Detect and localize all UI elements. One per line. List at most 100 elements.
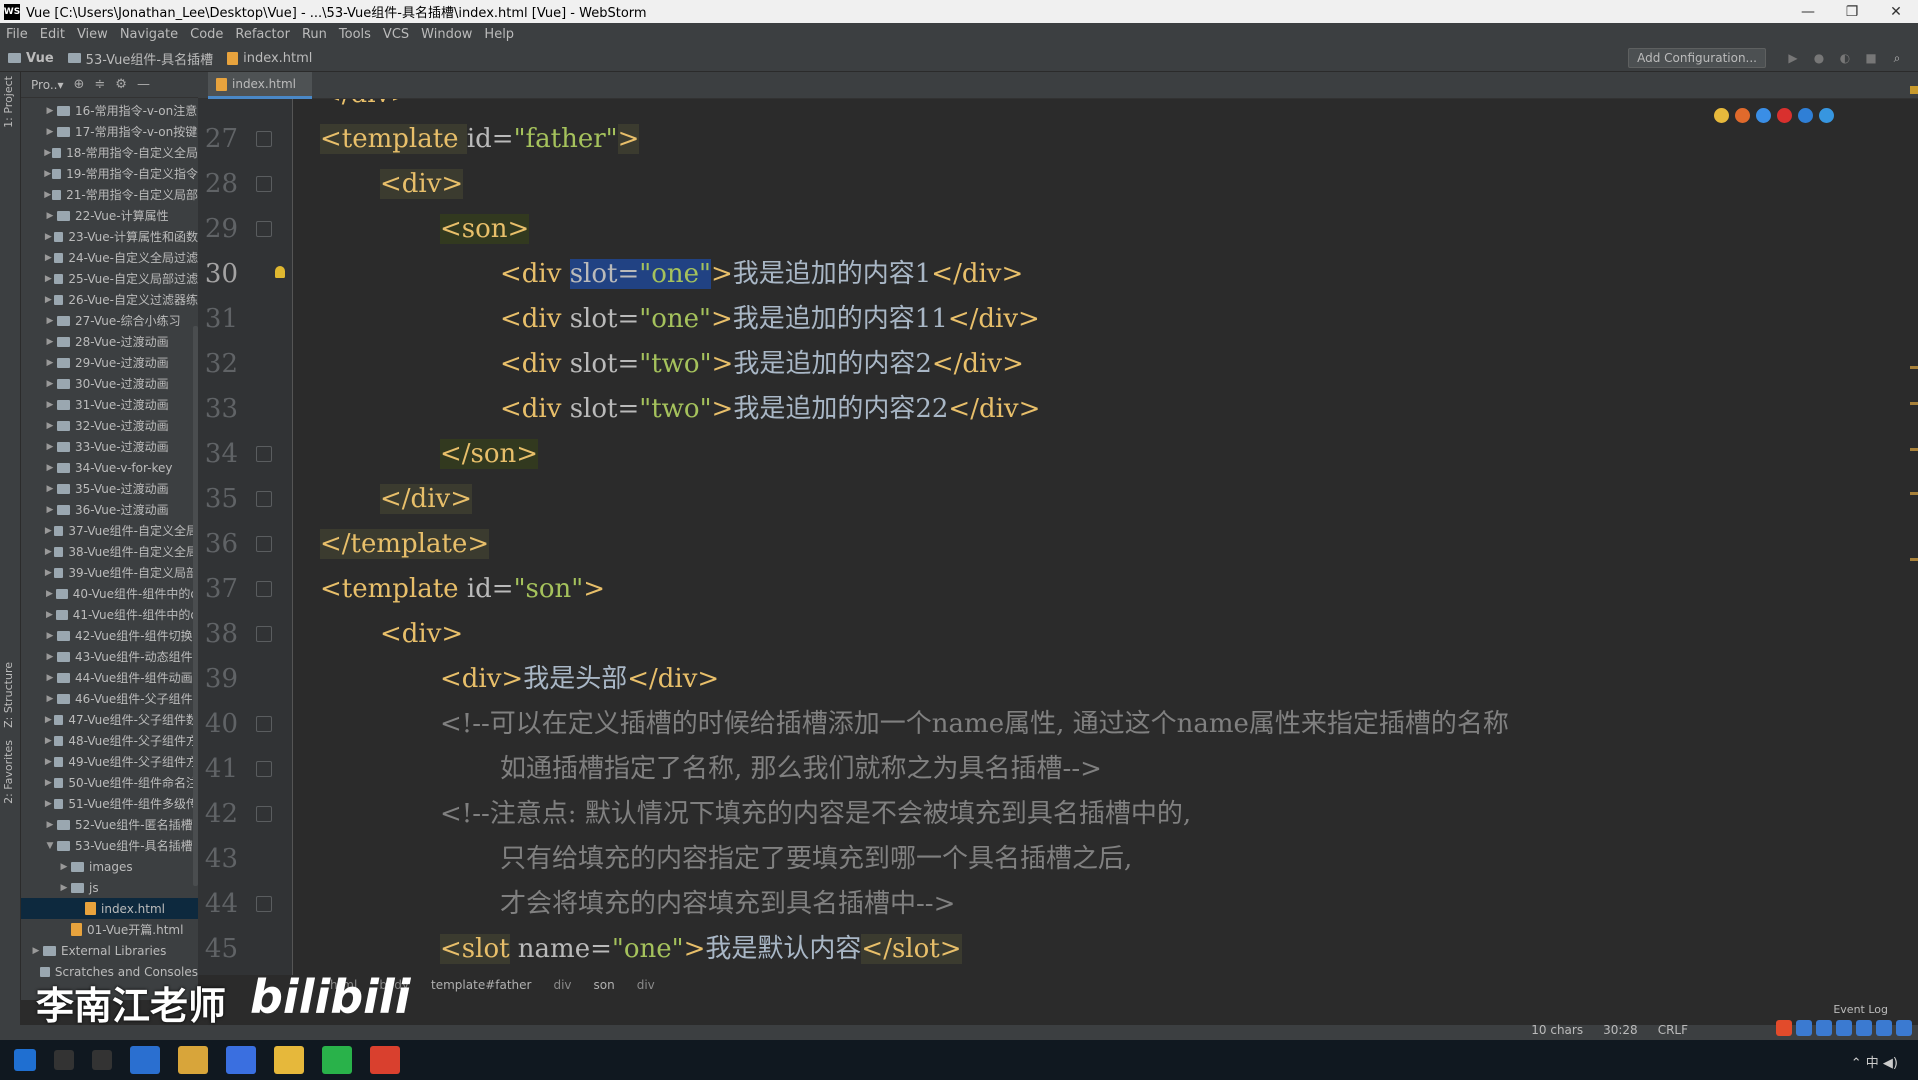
- chevron-right-icon[interactable]: ▶: [43, 442, 57, 452]
- search-taskbar-icon[interactable]: [54, 1050, 74, 1070]
- minimize-button[interactable]: —: [1786, 4, 1830, 20]
- chevron-right-icon[interactable]: ▶: [43, 610, 56, 620]
- chevron-right-icon[interactable]: ▶: [43, 421, 57, 431]
- favorites-tool-tab[interactable]: 2: Favorites: [2, 740, 15, 804]
- coverage-icon[interactable]: ◐: [1838, 51, 1852, 65]
- chevron-right-icon[interactable]: ▶: [43, 589, 56, 599]
- close-button[interactable]: ✕: [1874, 4, 1918, 20]
- locate-icon[interactable]: ⊕: [73, 77, 84, 92]
- chevron-right-icon[interactable]: ▶: [43, 652, 57, 662]
- tab-index-html[interactable]: index.html: [208, 72, 312, 99]
- chevron-right-icon[interactable]: ▶: [43, 400, 57, 410]
- chrome-icon[interactable]: [1714, 108, 1729, 123]
- fold-marker-icon[interactable]: [256, 806, 272, 822]
- stop-icon[interactable]: ■: [1864, 51, 1878, 65]
- chevron-right-icon[interactable]: ▶: [57, 862, 71, 872]
- stripe-mark[interactable]: [1910, 492, 1918, 495]
- tree-item[interactable]: ▶ 47-Vue组件-父子组件数: [21, 709, 198, 730]
- chevron-right-icon[interactable]: ▶: [43, 379, 57, 389]
- chevron-right-icon[interactable]: ▶: [43, 820, 57, 830]
- menu-navigate[interactable]: Navigate: [120, 27, 178, 42]
- menu-view[interactable]: View: [77, 27, 108, 42]
- tree-item[interactable]: ▶ 35-Vue-过渡动画: [21, 478, 198, 499]
- chevron-right-icon[interactable]: ▶: [43, 694, 57, 704]
- chevron-right-icon[interactable]: ▶: [43, 169, 52, 179]
- event-log-button[interactable]: Event Log: [1833, 1003, 1888, 1016]
- error-stripe[interactable]: [1908, 72, 1918, 975]
- menu-refactor[interactable]: Refactor: [235, 27, 290, 42]
- recorder-taskbar-icon[interactable]: [370, 1046, 400, 1074]
- search-icon[interactable]: ⌕: [1890, 51, 1904, 65]
- tree-item[interactable]: ▶ 42-Vue组件-组件切换: [21, 625, 198, 646]
- fold-marker-icon[interactable]: [256, 176, 272, 192]
- tree-item[interactable]: 01-Vue开篇.html: [21, 919, 198, 940]
- ime-mic-icon[interactable]: [1856, 1020, 1872, 1036]
- fold-marker-icon[interactable]: [256, 491, 272, 507]
- breadcrumb-son[interactable]: son: [594, 978, 615, 992]
- ime-mode-icon[interactable]: [1796, 1020, 1812, 1036]
- menu-help[interactable]: Help: [484, 27, 514, 42]
- safari-icon[interactable]: [1756, 108, 1771, 123]
- chevron-right-icon[interactable]: ▶: [43, 799, 54, 809]
- system-tray[interactable]: ⌃ 中 ◀): [1851, 1052, 1898, 1071]
- chevron-right-icon[interactable]: ▶: [43, 631, 57, 641]
- start-icon[interactable]: [14, 1049, 36, 1071]
- tree-item[interactable]: ▶ 24-Vue-自定义全局过滤: [21, 247, 198, 268]
- menu-tools[interactable]: Tools: [339, 27, 371, 42]
- fold-marker-icon[interactable]: [256, 761, 272, 777]
- explorer-taskbar-icon[interactable]: [178, 1046, 208, 1074]
- fold-marker-icon[interactable]: [256, 446, 272, 462]
- ime-keyboard-icon[interactable]: [1876, 1020, 1892, 1036]
- tree-item[interactable]: ▶ 32-Vue-过渡动画: [21, 415, 198, 436]
- ie-icon[interactable]: [1798, 108, 1813, 123]
- restore-button[interactable]: ❐: [1830, 4, 1874, 20]
- chevron-right-icon[interactable]: ▶: [43, 190, 52, 200]
- chevron-right-icon[interactable]: ▶: [43, 463, 57, 473]
- menu-edit[interactable]: Edit: [40, 27, 65, 42]
- stripe-mark[interactable]: [1910, 448, 1918, 451]
- debug-icon[interactable]: ●: [1812, 51, 1826, 65]
- chevron-right-icon[interactable]: ▶: [43, 715, 54, 725]
- tree-item[interactable]: ▶ 46-Vue组件-父子组件: [21, 688, 198, 709]
- app-taskbar-icon[interactable]: [226, 1046, 256, 1074]
- chevron-right-icon[interactable]: ▶: [43, 484, 57, 494]
- chevron-right-icon[interactable]: ▶: [43, 127, 57, 137]
- fold-marker-icon[interactable]: [256, 896, 272, 912]
- fold-marker-icon[interactable]: [256, 536, 272, 552]
- chevron-right-icon[interactable]: ▶: [43, 232, 54, 242]
- tree-item[interactable]: ▶ 49-Vue组件-父子组件方: [21, 751, 198, 772]
- line-separator[interactable]: CRLF: [1658, 1023, 1688, 1037]
- fold-marker-icon[interactable]: [256, 581, 272, 597]
- inspection-status-icon[interactable]: [1910, 86, 1918, 94]
- chevron-right-icon[interactable]: ▶: [43, 757, 54, 767]
- fold-marker-icon[interactable]: [256, 131, 272, 147]
- chevron-right-icon[interactable]: ▶: [57, 883, 71, 893]
- chevron-right-icon[interactable]: ▶: [43, 211, 57, 221]
- tree-item[interactable]: ▶ 18-常用指令-自定义全局: [21, 142, 198, 163]
- fold-marker-icon[interactable]: [256, 626, 272, 642]
- gear-icon[interactable]: ⚙: [115, 77, 127, 92]
- chevron-right-icon[interactable]: ▶: [43, 526, 54, 536]
- tree-item[interactable]: ▶ 52-Vue组件-匿名插槽: [21, 814, 198, 835]
- menu-run[interactable]: Run: [302, 27, 327, 42]
- breadcrumb-div[interactable]: div: [553, 978, 571, 992]
- tree-item[interactable]: ▶ 17-常用指令-v-on按键: [21, 121, 198, 142]
- chevron-right-icon[interactable]: ▶: [29, 946, 43, 956]
- tree-item[interactable]: ▶ 21-常用指令-自定义局部: [21, 184, 198, 205]
- tree-item[interactable]: ▶ 36-Vue-过渡动画: [21, 499, 198, 520]
- chevron-down-icon[interactable]: ▼: [43, 841, 57, 851]
- tree-item[interactable]: ▶ 37-Vue组件-自定义全局: [21, 520, 198, 541]
- tree-item[interactable]: ▶ 26-Vue-自定义过滤器练: [21, 289, 198, 310]
- project-tool-tab[interactable]: 1: Project: [2, 76, 15, 128]
- nav-crumb-file[interactable]: index.html: [227, 51, 312, 66]
- task-view-icon[interactable]: [92, 1050, 112, 1070]
- tree-item[interactable]: ▶ 16-常用指令-v-on注意: [21, 100, 198, 121]
- tree-item[interactable]: ▶ 22-Vue-计算属性: [21, 205, 198, 226]
- tree-item[interactable]: ▶ 34-Vue-v-for-key: [21, 457, 198, 478]
- stripe-mark[interactable]: [1910, 558, 1918, 561]
- firefox-icon[interactable]: [1735, 108, 1750, 123]
- edge-icon[interactable]: [1819, 108, 1834, 123]
- tree-item[interactable]: ▶ 48-Vue组件-父子组件方: [21, 730, 198, 751]
- chrome-taskbar-icon[interactable]: [274, 1046, 304, 1074]
- chevron-right-icon[interactable]: ▶: [43, 316, 57, 326]
